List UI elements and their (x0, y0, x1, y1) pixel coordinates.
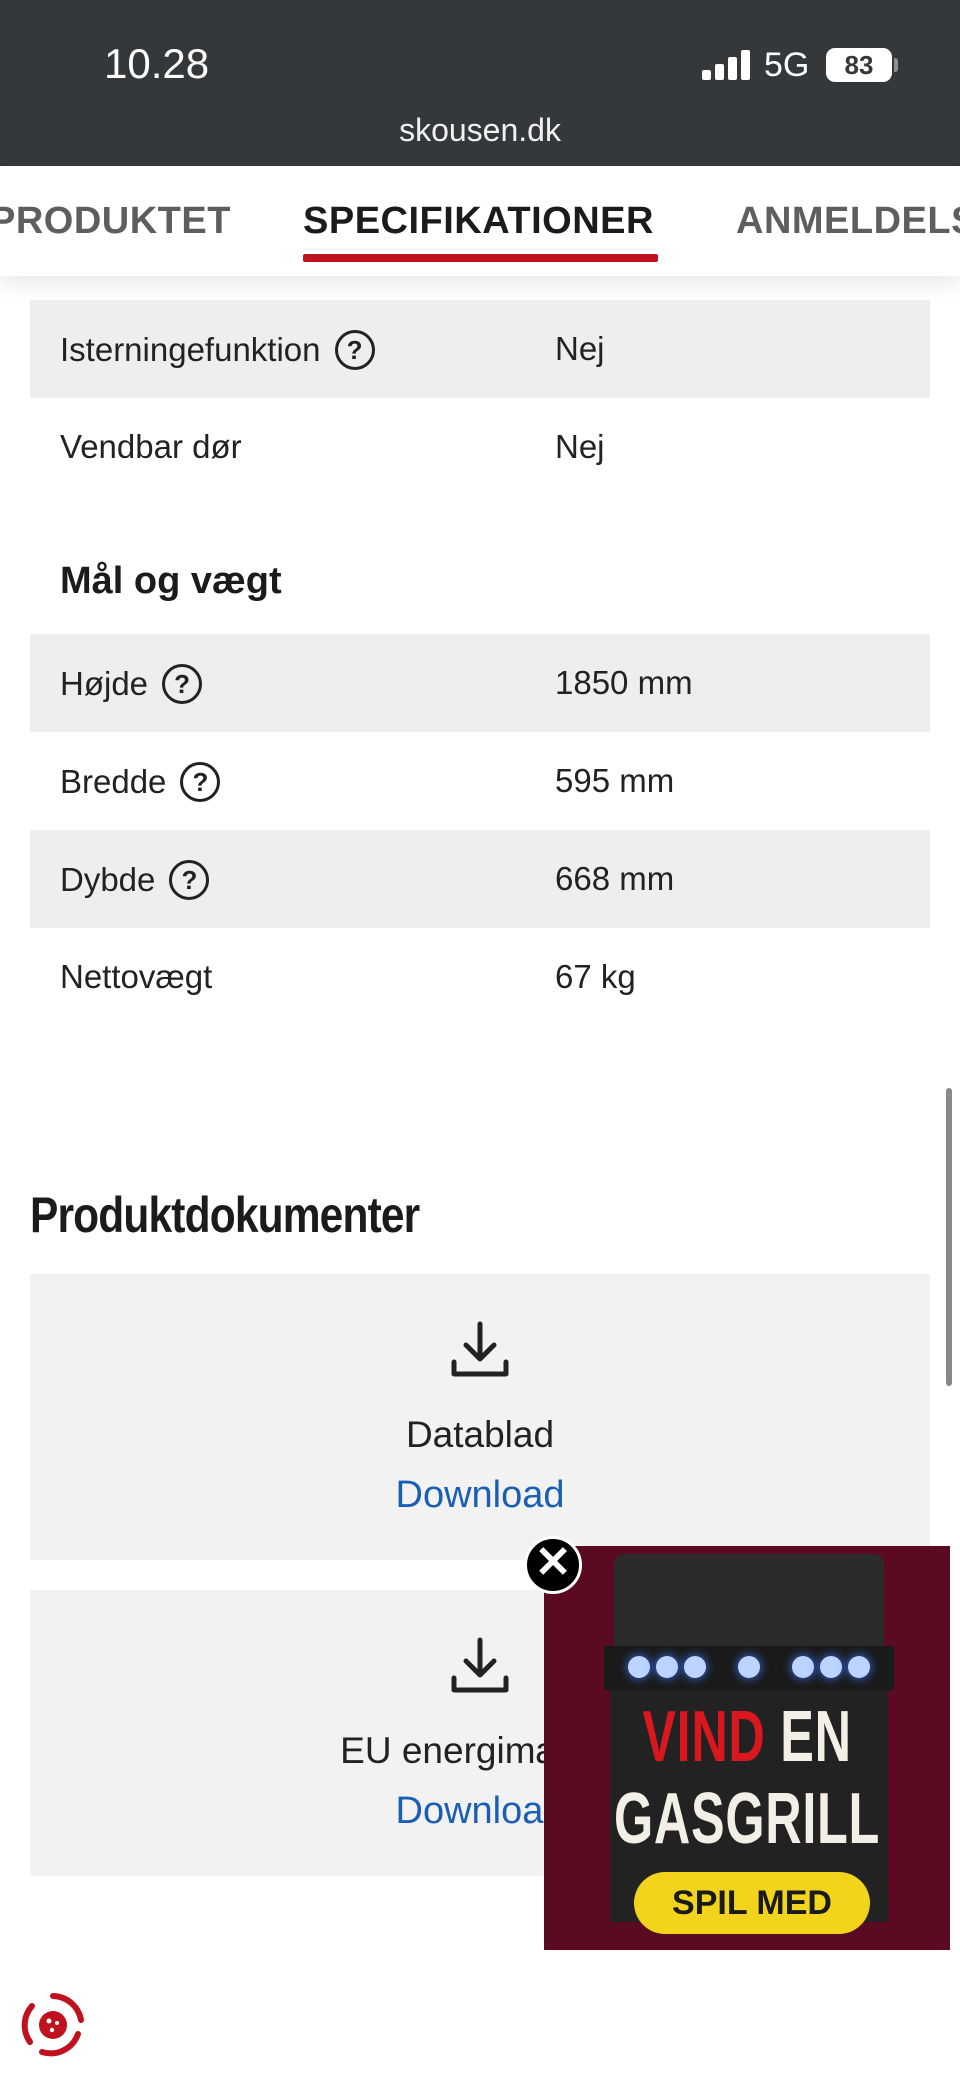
close-icon[interactable]: ✕ (524, 1536, 582, 1594)
spec-row: Dybde? 668 mm (30, 830, 930, 928)
help-icon[interactable]: ? (169, 860, 210, 900)
signal-icon (702, 50, 750, 80)
spec-row: Højde? 1850 mm (30, 634, 930, 732)
tab-produktet[interactable]: PRODUKTET (0, 200, 231, 243)
battery-icon: 83 (826, 48, 892, 82)
battery-tip (894, 58, 898, 72)
document-name: Datablad (405, 1414, 555, 1455)
spec-label: Højde (60, 665, 149, 702)
download-icon (451, 1321, 509, 1377)
spec-value: 1850 mm (555, 664, 693, 701)
spec-label: Dybde (60, 861, 156, 898)
section-title-documents: Produktdokumenter (30, 1187, 420, 1243)
document-card[interactable]: Datablad Download (30, 1274, 930, 1560)
network-label: 5G (764, 46, 810, 84)
spec-label: Isterningefunktion (60, 331, 321, 368)
tab-specifikationer[interactable]: SPECIFIKATIONER (303, 200, 654, 243)
ad-headline-line2: GASGRILL (614, 1779, 880, 1859)
spec-row: Bredde? 595 mm (30, 732, 930, 830)
address-bar[interactable]: skousen.dk (0, 112, 960, 149)
spec-value: 668 mm (555, 860, 675, 897)
clock: 10.28 (104, 40, 210, 87)
status-bar: 10.28 5G 83 skousen.dk (0, 0, 960, 166)
spec-row: Nettovægt 67 kg (30, 928, 930, 1026)
tab-bar: PRODUKTET SPECIFIKATIONER ANMELDELSER (0, 166, 960, 276)
help-icon[interactable]: ? (162, 664, 203, 704)
spec-value: 67 kg (555, 958, 636, 995)
spec-label: Nettovægt (60, 958, 213, 995)
cookie-settings-icon[interactable] (18, 1990, 88, 2060)
download-link[interactable]: Download (30, 1474, 930, 1517)
help-icon[interactable]: ? (334, 330, 375, 370)
spec-value: Nej (555, 428, 605, 465)
help-icon[interactable]: ? (180, 762, 221, 802)
gasgrill-ad[interactable]: VIND EN GASGRILL SPIL MED (544, 1546, 950, 1950)
section-title-dimensions: Mål og vægt (60, 560, 282, 602)
tab-anmeldelser[interactable]: ANMELDELSER (736, 200, 960, 243)
spec-row: Vendbar dør Nej (30, 398, 930, 496)
active-tab-indicator (303, 254, 658, 262)
spec-label: Bredde (60, 763, 167, 800)
spec-row: Isterningefunktion? Nej (30, 300, 930, 398)
spil-med-button[interactable]: SPIL MED (634, 1872, 870, 1934)
spec-label: Vendbar dør (60, 428, 242, 465)
download-icon (451, 1637, 509, 1693)
scrollbar[interactable] (946, 1088, 952, 1386)
spec-value: 595 mm (555, 762, 675, 799)
ad-headline: VIND EN (642, 1697, 852, 1777)
spec-value: Nej (555, 330, 605, 367)
